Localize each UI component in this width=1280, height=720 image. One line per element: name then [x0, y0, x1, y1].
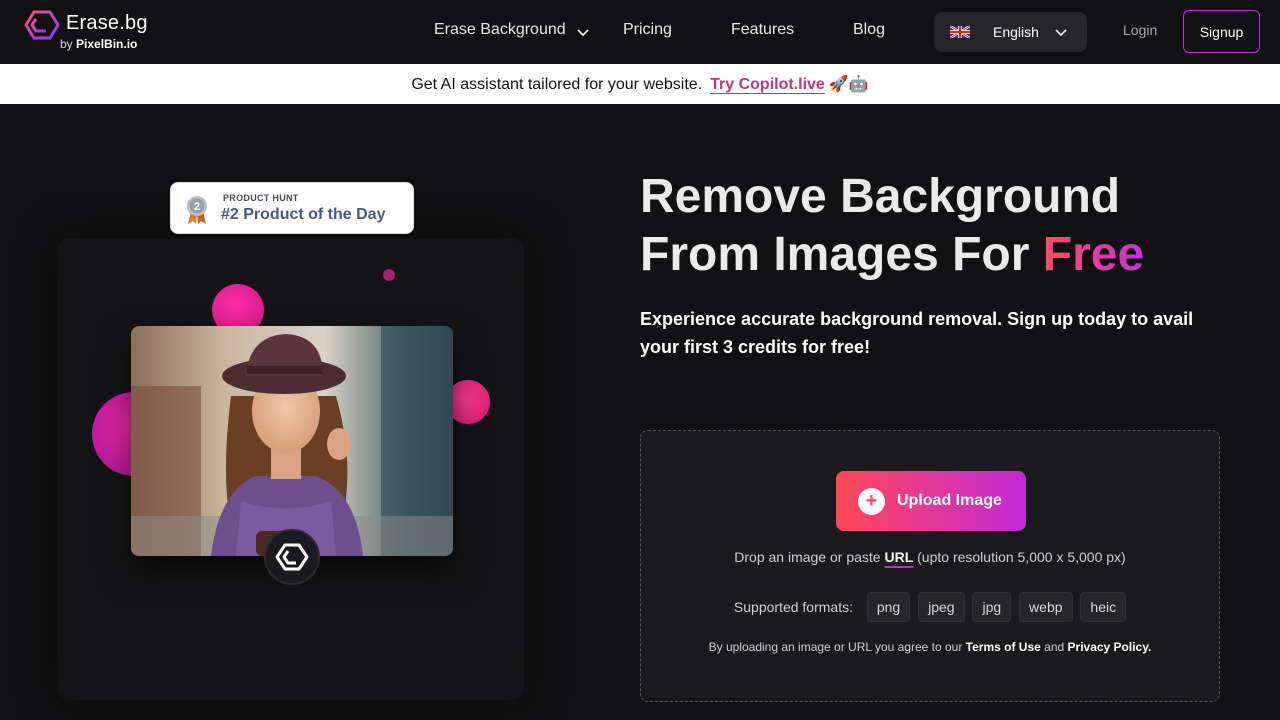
drop-suffix: (upto resolution 5,000 x 5,000 px) — [913, 549, 1126, 565]
logo-by-brand: PixelBin.io — [76, 37, 138, 51]
erase-bg-logo-icon — [275, 543, 309, 571]
silver-medal-icon: 2 — [187, 196, 207, 224]
format-chip-webp: webp — [1019, 592, 1073, 622]
erase-bg-watermark-badge — [264, 529, 320, 585]
upload-image-button[interactable]: + Upload Image — [836, 471, 1026, 531]
decorative-dot — [383, 269, 395, 281]
terms-prefix: By uploading an image or URL you agree t… — [708, 640, 966, 654]
hero-title-line1: Remove Background — [640, 170, 1121, 223]
paste-url-link[interactable]: URL — [884, 549, 913, 565]
language-label: English — [993, 24, 1039, 40]
top-navigation-bar: Erase.bg by PixelBin.io Erase Background… — [0, 0, 1280, 64]
nav-erase-background[interactable]: Erase Background — [434, 21, 566, 39]
supported-formats-label: Supported formats: — [733, 599, 853, 615]
try-copilot-link[interactable]: Try Copilot.live — [710, 76, 825, 93]
privacy-policy-link[interactable]: Privacy Policy. — [1068, 640, 1152, 654]
chevron-down-icon — [1055, 29, 1067, 37]
format-chip-jpg: jpg — [972, 592, 1012, 622]
nav-blog[interactable]: Blog — [853, 21, 885, 39]
terms-notice: By uploading an image or URL you agree t… — [641, 640, 1219, 654]
chevron-down-icon[interactable] — [576, 25, 590, 39]
drop-instructions: Drop an image or paste URL (upto resolut… — [641, 549, 1219, 565]
promo-banner: Get AI assistant tailored for your websi… — [0, 64, 1280, 104]
hero-title-line2: From Images For — [640, 228, 1043, 281]
language-selector[interactable]: English — [934, 12, 1087, 52]
nav-pricing[interactable]: Pricing — [623, 21, 672, 39]
hero-title: Remove Background From Images For Free — [640, 168, 1144, 284]
nav-features[interactable]: Features — [731, 21, 794, 39]
format-chip-heic: heic — [1080, 592, 1127, 622]
medal-rank: 2 — [194, 201, 200, 213]
logo-name: Erase.bg — [66, 12, 148, 34]
erase-bg-logo[interactable]: Erase.bg by PixelBin.io — [24, 10, 154, 54]
signup-button[interactable]: Signup — [1183, 10, 1260, 53]
erase-bg-logo-icon — [24, 10, 60, 40]
upload-dropzone[interactable]: + Upload Image Drop an image or paste UR… — [640, 430, 1220, 702]
terms-of-use-link[interactable]: Terms of Use — [966, 640, 1041, 654]
upload-image-label: Upload Image — [897, 492, 1002, 509]
login-link[interactable]: Login — [1123, 22, 1157, 38]
drop-prefix: Drop an image or paste — [734, 549, 885, 565]
uk-flag-icon — [950, 26, 970, 38]
product-hunt-badge[interactable]: 2 PRODUCT HUNT #2 Product of the Day — [170, 182, 414, 234]
sample-photo — [131, 326, 453, 556]
logo-byline: by PixelBin.io — [60, 37, 137, 51]
hero-subtitle: Experience accurate background removal. … — [640, 309, 1194, 357]
plus-icon: + — [858, 488, 885, 515]
terms-and: and — [1040, 640, 1068, 654]
product-hunt-label: PRODUCT HUNT — [223, 193, 299, 203]
supported-formats: Supported formats: png jpeg jpg webp hei… — [641, 592, 1219, 622]
promo-banner-emoji: 🚀🤖 — [828, 76, 869, 93]
product-hunt-rank-text: #2 Product of the Day — [221, 206, 386, 223]
logo-by-text: by — [60, 37, 73, 51]
hero-title-highlight: Free — [1042, 228, 1145, 281]
promo-banner-text: Get AI assistant tailored for your websi… — [411, 76, 703, 93]
promo-banner-content: Get AI assistant tailored for your websi… — [0, 74, 1280, 94]
format-chip-png: png — [866, 592, 911, 622]
format-chip-jpeg: jpeg — [918, 592, 965, 622]
woman-with-hat-image — [131, 326, 453, 556]
